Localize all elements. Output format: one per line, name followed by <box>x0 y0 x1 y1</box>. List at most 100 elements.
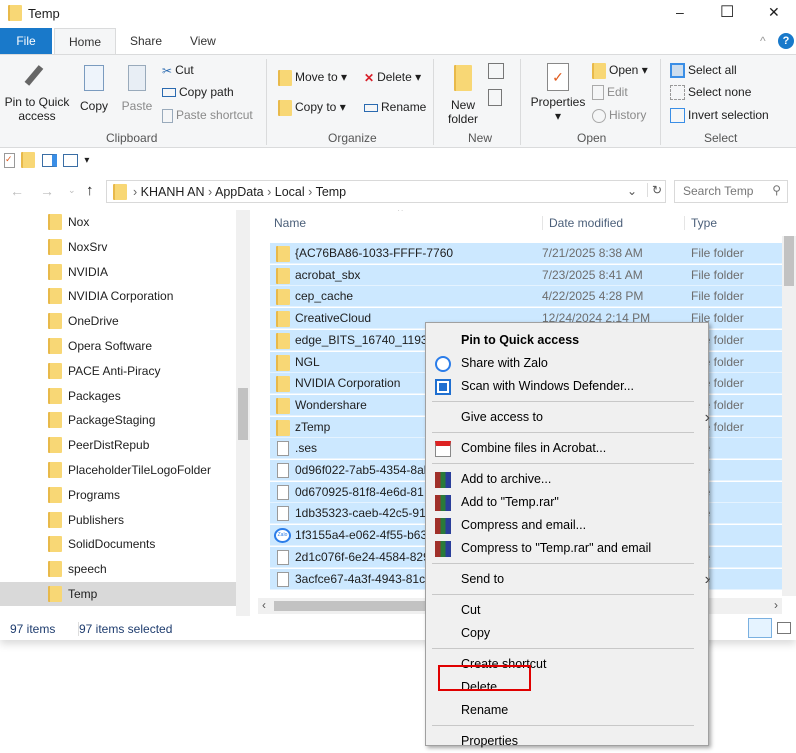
refresh-icon[interactable]: ↻ <box>647 183 662 197</box>
menu-item-send-to[interactable]: Send to › <box>426 568 710 591</box>
copy-path-button[interactable]: Copy path <box>162 85 234 99</box>
divider <box>520 59 521 145</box>
copy-button[interactable]: Copy <box>78 65 110 113</box>
help-icon[interactable]: ? <box>778 33 794 49</box>
copy-to-button[interactable]: Copy to ▾ <box>278 100 346 116</box>
menu-item-properties[interactable]: Properties <box>426 730 708 753</box>
breadcrumb-item[interactable]: Temp <box>316 185 347 199</box>
cut-button[interactable]: ✂ Cut <box>162 63 194 78</box>
preview-pane-icon[interactable] <box>41 153 57 167</box>
search-input[interactable]: Search Temp ⚲ <box>674 180 788 203</box>
invert-selection-button[interactable]: Invert selection <box>670 108 769 124</box>
column-header-date[interactable]: Date modified <box>542 216 623 230</box>
menu-item-pin-to-quick-access[interactable]: Pin to Quick access <box>426 329 708 352</box>
delete-button[interactable]: ✕ Delete ▾ <box>364 70 421 85</box>
menu-item-compress-to-temp-rar-and-email[interactable]: Compress to "Temp.rar" and email <box>426 537 708 560</box>
easy-access-button[interactable] <box>488 89 502 106</box>
folder-icon <box>48 486 62 503</box>
move-to-button[interactable]: Move to ▾ <box>278 70 347 86</box>
tab-home[interactable]: Home <box>54 28 117 54</box>
menu-separator <box>432 725 694 726</box>
menu-item-combine-files-in-acrobat[interactable]: Combine files in Acrobat... <box>426 437 708 460</box>
recent-locations-button[interactable]: ⌄ <box>68 185 76 196</box>
paste-button[interactable]: Paste <box>120 65 154 113</box>
new-item-button[interactable] <box>488 63 504 79</box>
properties-button[interactable]: ✓ Properties ▾ <box>530 63 586 123</box>
paste-shortcut-button[interactable]: Paste shortcut <box>162 108 253 123</box>
folder-icon <box>276 246 290 262</box>
customize-qat-icon[interactable]: ▾ <box>84 155 89 166</box>
file-row[interactable]: {AC76BA86-1033-FFFF-7760 7/21/2025 8:38 A… <box>270 243 782 264</box>
nav-item[interactable]: Nox <box>0 210 236 234</box>
column-header-name[interactable]: Name <box>274 216 306 230</box>
address-bar[interactable]: › KHANH AN › AppData › Local › Temp ⌄ ↻ <box>106 180 666 203</box>
forward-button[interactable]: → <box>40 183 54 199</box>
open-button[interactable]: Open ▾ <box>592 63 648 79</box>
nav-item[interactable]: NoxSrv <box>0 235 236 259</box>
list-vertical-scrollbar[interactable] <box>782 236 796 596</box>
file-name: edge_BITS_16740_119356 <box>295 332 441 347</box>
nav-item[interactable]: Programs <box>0 483 236 507</box>
properties-qat-icon[interactable]: ✓ <box>4 152 15 168</box>
nav-scrollbar[interactable] <box>236 210 250 616</box>
nav-item[interactable]: Opera Software <box>0 334 236 358</box>
nav-item[interactable]: PlaceholderTileLogoFolder <box>0 458 236 482</box>
pin-quick-access-button[interactable]: Pin to Quick access <box>4 65 70 123</box>
nav-item[interactable]: PACE Anti-Piracy <box>0 359 236 383</box>
divider <box>660 59 661 145</box>
menu-item-give-access-to[interactable]: Give access to › <box>426 406 710 429</box>
menu-item-rename[interactable]: Rename <box>426 699 708 722</box>
file-row[interactable]: cep_cache 4/22/2025 4:28 PM File folder <box>270 286 782 308</box>
up-button[interactable]: ↑ <box>86 182 94 199</box>
tab-file[interactable]: File <box>0 28 52 54</box>
large-icons-view-button[interactable] <box>777 622 791 634</box>
breadcrumb-item[interactable]: AppData <box>215 185 264 199</box>
minimize-button[interactable]: – <box>676 4 684 20</box>
new-folder-button[interactable]: New folder <box>444 65 482 126</box>
delete-highlight-box <box>438 665 531 691</box>
menu-item-add-to-archive[interactable]: Add to archive... <box>426 468 708 491</box>
file-icon <box>277 549 289 565</box>
nav-item[interactable]: Temp <box>0 582 236 606</box>
collapse-ribbon-icon[interactable]: ^ <box>760 34 766 48</box>
nav-item[interactable]: Publishers <box>0 508 236 532</box>
nav-item[interactable]: OneDrive <box>0 309 236 333</box>
select-none-button[interactable]: Select none <box>670 85 751 101</box>
tab-share[interactable]: Share <box>116 28 176 54</box>
tab-view[interactable]: View <box>176 28 230 54</box>
menu-item-cut[interactable]: Cut <box>426 599 708 622</box>
breadcrumb-item[interactable]: Local <box>275 185 305 199</box>
zalo-file-icon: Zalo <box>274 528 291 544</box>
select-all-button[interactable]: Select all <box>670 63 737 79</box>
history-button[interactable]: History <box>592 108 646 123</box>
back-button[interactable]: ← <box>10 183 24 199</box>
menu-item-scan-with-windows-defender[interactable]: Scan with Windows Defender... <box>426 375 708 398</box>
edit-button[interactable]: Edit <box>592 85 628 101</box>
folder-icon <box>48 536 62 553</box>
address-dropdown-icon[interactable]: ⌄ <box>627 184 637 198</box>
details-view-button[interactable] <box>748 618 772 638</box>
column-header-type[interactable]: Type <box>684 216 717 230</box>
close-button[interactable]: ✕ <box>768 4 780 21</box>
new-folder-qat-icon[interactable] <box>21 152 36 168</box>
nav-item[interactable]: PackageStaging <box>0 408 236 432</box>
breadcrumb-item[interactable]: KHANH AN <box>141 185 205 199</box>
file-icon <box>277 484 289 500</box>
nav-item[interactable]: PeerDistRepub <box>0 433 236 457</box>
maximize-button[interactable]: ☐ <box>720 2 734 22</box>
details-pane-icon[interactable] <box>63 153 79 167</box>
folder-icon <box>8 5 22 21</box>
nav-item[interactable]: NVIDIA <box>0 260 236 284</box>
menu-item-compress-and-email[interactable]: Compress and email... <box>426 514 708 537</box>
file-row[interactable]: acrobat_sbx 7/23/2025 8:41 AM File folder <box>270 264 782 286</box>
zalo-icon <box>435 356 451 372</box>
menu-item-share-with-zalo[interactable]: Share with Zalo <box>426 352 708 375</box>
rename-button[interactable]: Rename <box>364 100 426 114</box>
nav-item[interactable]: speech <box>0 557 236 581</box>
nav-item[interactable]: Packages <box>0 384 236 408</box>
nav-item[interactable]: SolidDocuments <box>0 532 236 556</box>
nav-item[interactable]: NVIDIA Corporation <box>0 284 236 308</box>
menu-item-copy[interactable]: Copy <box>426 622 708 645</box>
file-name: cep_cache <box>295 289 354 304</box>
menu-item-add-to-temp-rar[interactable]: Add to "Temp.rar" <box>426 491 708 514</box>
